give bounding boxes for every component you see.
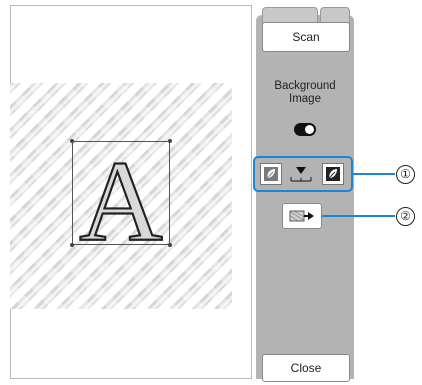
- close-button[interactable]: Close: [262, 354, 350, 382]
- side-panel: [256, 15, 354, 379]
- embroidery-letter-selection[interactable]: A: [70, 139, 172, 247]
- triangle-marker-icon[interactable]: [289, 166, 313, 184]
- pattern-send-icon: [289, 210, 314, 222]
- background-density-control: [253, 156, 353, 192]
- callout-line-2: [322, 215, 395, 217]
- leaf-dark-icon[interactable]: [322, 163, 344, 185]
- background-image-toggle[interactable]: [294, 123, 316, 136]
- send-pattern-button[interactable]: [282, 203, 322, 229]
- scan-button[interactable]: Scan: [262, 22, 350, 52]
- callout-number-2: ②: [396, 207, 415, 226]
- toggle-knob: [305, 125, 314, 134]
- close-label: Close: [290, 361, 322, 375]
- callout-line-1: [353, 173, 395, 175]
- background-image-label: Background Image: [274, 80, 336, 105]
- embroidery-letter-a: A: [78, 142, 164, 244]
- leaf-light-icon[interactable]: [260, 163, 282, 185]
- callout-number-1: ①: [396, 165, 415, 184]
- letter-glyph: A: [79, 142, 162, 244]
- scan-label: Scan: [292, 30, 320, 44]
